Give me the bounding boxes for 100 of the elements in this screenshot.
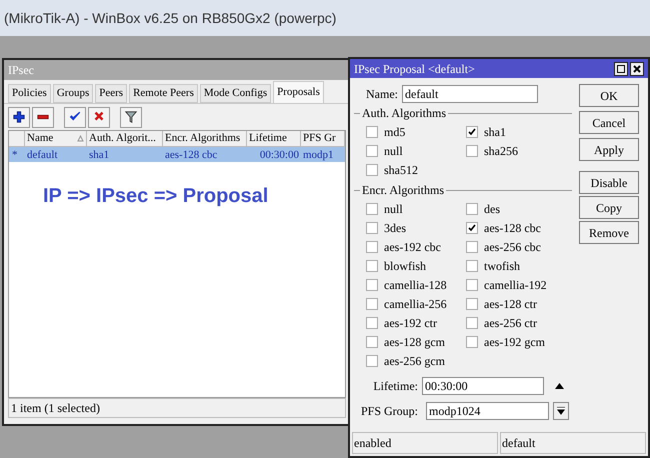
checkbox-label: md5 [384,124,406,140]
table-cell-text: sha1 [88,148,110,162]
checkbox[interactable] [366,354,378,366]
app-title: (MikroTik-A) - WinBox v6.25 on RB850Gx2 (powerpc) [4,8,336,28]
tab[interactable]: Proposals [273,81,324,103]
filter-button[interactable] [120,106,142,128]
checkbox-label: sha1 [484,124,506,140]
checkbox-label: des [484,200,500,218]
input-field[interactable]: 00:30:00 [422,377,544,395]
table-cell-text: 00:30:00 [258,148,300,162]
checkbox-label: aes-128 cbc [484,220,541,236]
field-label: Lifetime: [372,378,418,395]
disable-button[interactable] [88,106,110,128]
add-button[interactable] [8,106,30,128]
checkbox[interactable] [466,202,478,214]
column-header[interactable]: Name [25,131,87,146]
dropdown-button[interactable] [553,402,569,420]
tab[interactable]: Remote Peers [129,84,198,103]
checkbox-label: null [384,200,403,218]
tab[interactable]: Groups [52,84,94,103]
checkbox-label: null [384,142,403,160]
up-arrow-icon [554,383,564,389]
checkbox-label: sha512 [384,162,418,178]
checkbox-label: 3des [384,220,406,236]
dialog-button[interactable]: OK [579,84,639,107]
checkbox-label: aes-256 ctr [484,314,537,332]
dropdown-icon [557,407,565,415]
table-cell-text: modp1 [302,148,335,162]
checkbox-label: camellia-192 [484,276,547,294]
row-marker: * [11,148,18,162]
checkbox-label: camellia-256 [384,296,447,312]
column-header[interactable]: Encr. Algorithms [163,131,247,146]
table-cell-text: aes-128 cbc [164,148,218,162]
table-cell-text: default [26,148,59,162]
dialog-title: IPsec Proposal <default> [354,60,475,78]
checkbox-label: aes-256 cbc [484,238,541,256]
tab[interactable]: Peers [95,84,128,103]
checkbox[interactable] [466,126,478,138]
dialog-button[interactable]: Remove [579,221,639,244]
checkbox[interactable] [366,240,378,252]
field-label: Name: [365,86,398,103]
input-field[interactable]: default [402,85,538,103]
checkbox-label: aes-192 cbc [384,238,441,256]
checkbox[interactable] [466,144,478,156]
add-icon [12,110,26,124]
checkbox[interactable] [366,164,378,176]
checkbox[interactable] [466,298,478,310]
checkbox[interactable] [366,126,378,138]
checkbox-label: aes-128 ctr [484,296,537,312]
checkbox[interactable] [366,278,378,290]
checkbox[interactable] [466,222,478,234]
checkbox[interactable] [366,202,378,214]
checkbox[interactable] [366,298,378,310]
checkbox-label: sha256 [484,142,518,160]
status-field: enabled [352,432,498,454]
checkbox-label: aes-192 ctr [384,314,437,332]
dialog-button[interactable]: Cancel [579,111,639,134]
remove-button[interactable] [32,106,54,128]
sort-icon [77,135,84,142]
checkbox[interactable] [466,240,478,252]
section-label: Auth. Algorithms [362,105,446,122]
column-header[interactable]: Lifetime [247,131,301,146]
tab[interactable]: Mode Configs [200,84,272,103]
annotation-text: IP => IPsec => Proposal [43,184,268,209]
checkbox[interactable] [466,260,478,272]
checkbox[interactable] [366,222,378,234]
column-header[interactable]: Auth. Algorit... [87,131,163,146]
checkbox[interactable] [366,260,378,272]
input-field[interactable]: modp1024 [426,402,549,420]
checkbox[interactable] [366,144,378,156]
dialog-button[interactable]: Apply [579,138,639,161]
check-icon [468,128,476,136]
close-button[interactable] [630,62,644,76]
checkbox-label: aes-128 gcm [384,334,445,350]
maximize-button[interactable] [614,62,628,76]
section-label: Encr. Algorithms [362,182,444,199]
checkbox[interactable] [466,336,478,348]
close-icon [633,64,641,72]
filter-icon [124,110,138,124]
maximize-icon [617,64,625,72]
checkbox[interactable] [366,336,378,348]
checkbox[interactable] [366,316,378,328]
checkbox-label: aes-256 gcm [384,352,445,370]
dialog-button[interactable]: Copy [579,196,639,219]
checkbox-label: twofish [484,258,520,274]
status-text: 1 item (1 selected) [11,400,100,417]
status-field: default [500,432,646,454]
check-icon [468,224,476,232]
checkbox-label: blowfish [384,258,426,274]
window-title: IPsec [8,62,34,79]
tab[interactable]: Policies [8,84,51,103]
checkbox[interactable] [466,316,478,328]
enable-button[interactable] [64,106,86,128]
column-header[interactable]: PFS Gr [301,131,345,146]
table-row[interactable]: * default sha1 aes-128 cbc 00:30:00 modp1 [9,147,345,162]
checkbox-label: aes-192 gcm [484,334,545,350]
checkbox[interactable] [466,278,478,290]
checkbox-label: camellia-128 [384,276,447,294]
dialog-button[interactable]: Disable [579,171,639,194]
field-label: PFS Group: [360,403,418,420]
